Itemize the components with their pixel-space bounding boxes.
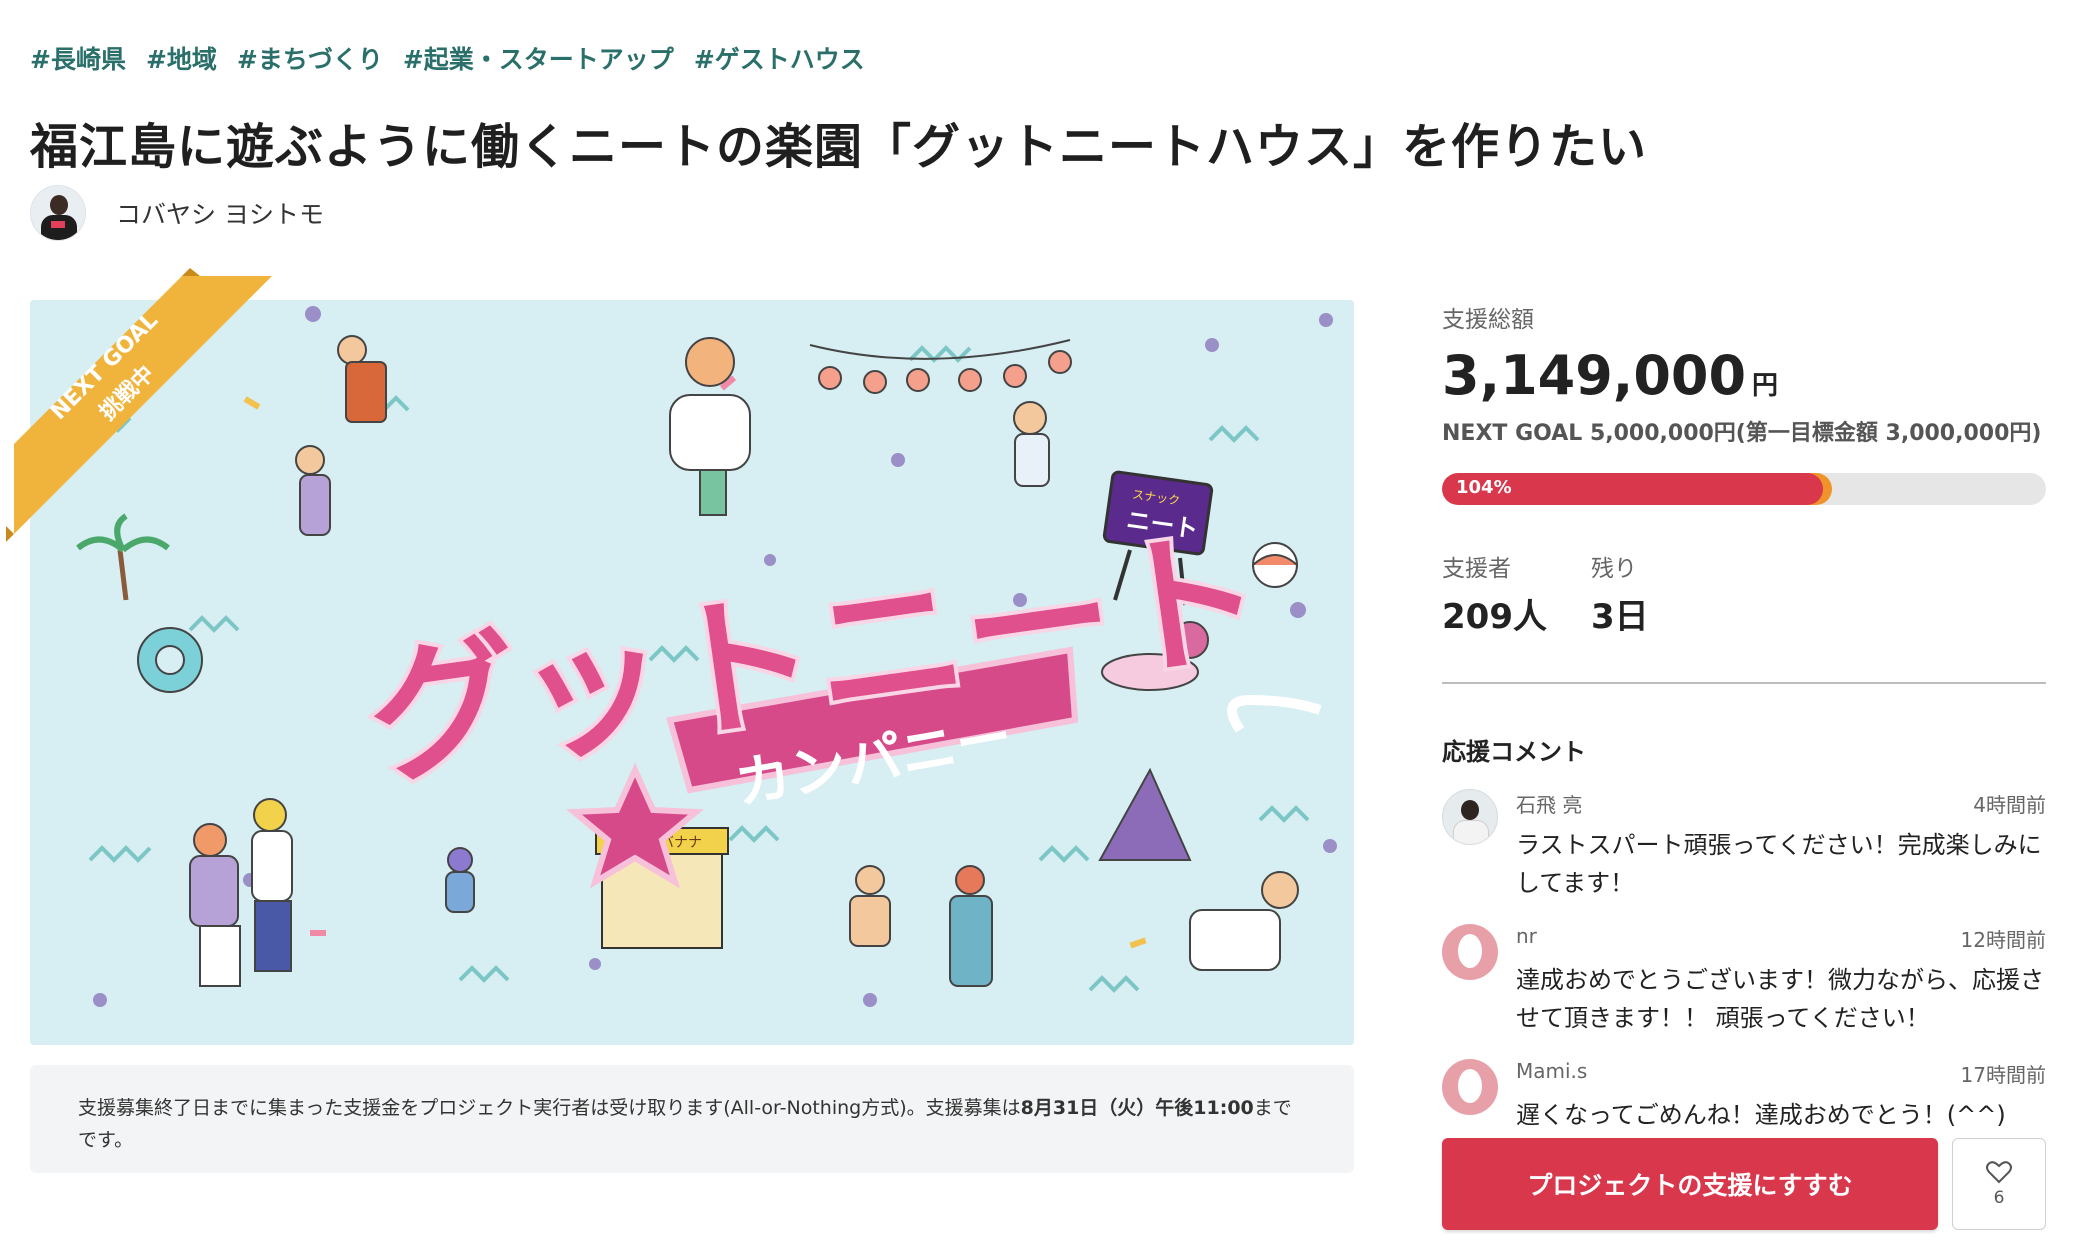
currency: 円 (1752, 371, 1779, 401)
funding-notice: 支援募集終了日までに集まった支援金をプロジェクト実行者は受け取ります(All-o… (30, 1065, 1354, 1173)
action-bar: プロジェクトの支援にすすむ 6 (1442, 1138, 2046, 1230)
funding-panel: 支援総額 3,149,000 円 NEXT GOAL 5,000,000円(第一… (1442, 300, 2046, 1134)
tag-list: #長崎県 #地域 #まちづくり #起業・スタートアップ #ゲストハウス (30, 40, 865, 76)
comment-item: 石飛 亮 4時間前 ラストスパート頑張ってください！完成楽しみにしてます！ (1442, 789, 2046, 902)
progress-bar: 104% (1442, 473, 2046, 505)
page-title: 福江島に遊ぶように働くニートの楽園「グットニートハウス」を作りたい (30, 119, 1648, 175)
stats: 支援者 209人 残り 3日 (1442, 549, 2046, 638)
comment-author[interactable]: Mami.s (1516, 1059, 1587, 1088)
comment-author[interactable]: 石飛 亮 (1516, 789, 1582, 818)
avatar[interactable] (1442, 789, 1498, 845)
comment-text: 遅くなってごめんね！達成おめでとう！(^^) (1516, 1101, 2006, 1129)
favorite-count: 6 (1993, 1188, 2005, 1208)
comment-text: ラストスパート頑張ってください！完成楽しみにしてます！ (1516, 831, 2042, 897)
total-amount: 3,149,000 円 (1442, 344, 2046, 407)
comment-time: 4時間前 (1973, 793, 2046, 817)
tag-machizukuri[interactable]: #まちづくり (237, 40, 383, 76)
tag-region[interactable]: #地域 (146, 40, 217, 76)
avatar[interactable] (1442, 1059, 1498, 1115)
comment-time: 12時間前 (1960, 928, 2046, 952)
heart-icon (1986, 1161, 2012, 1184)
support-project-button[interactable]: プロジェクトの支援にすすむ (1442, 1138, 1938, 1230)
comments-heading: 応援コメント (1442, 738, 1586, 766)
favorite-button[interactable]: 6 (1952, 1138, 2046, 1230)
project-owner[interactable]: コバヤシ ヨシトモ (30, 185, 324, 241)
avatar[interactable] (30, 185, 86, 241)
divider (1442, 682, 2046, 684)
supporters-label: 支援者 (1442, 556, 1511, 582)
supporters-stat: 支援者 209人 (1442, 549, 1547, 638)
remaining-value: 3日 (1590, 597, 1649, 637)
remaining-stat: 残り 3日 (1591, 549, 1649, 638)
total-amount-value: 3,149,000 (1442, 344, 1747, 407)
tag-startup[interactable]: #起業・スタートアップ (403, 40, 674, 76)
owner-name[interactable]: コバヤシ ヨシトモ (116, 195, 324, 231)
tag-guesthouse[interactable]: #ゲストハウス (694, 40, 865, 76)
comment-item: nr 12時間前 達成おめでとうございます！微力ながら、応援させて頂きます！！ … (1442, 924, 2046, 1037)
tag-nagasaki[interactable]: #長崎県 (30, 40, 126, 76)
notice-text-before: 支援募集終了日までに集まった支援金をプロジェクト実行者は受け取ります(All-o… (78, 1097, 1021, 1119)
progress-label: 104% (1456, 477, 1512, 498)
avatar[interactable] (1442, 924, 1498, 980)
comment-time: 17時間前 (1960, 1063, 2046, 1087)
comment-text: 達成おめでとうございます！微力ながら、応援させて頂きます！！ 頑張ってください！ (1516, 966, 2044, 1032)
hero-image: スナック ニート チョコバナナ グットニート カンパニー (30, 300, 1354, 1045)
comment-item: Mami.s 17時間前 遅くなってごめんね！達成おめでとう！(^^) (1442, 1059, 2046, 1134)
notice-deadline: 8月31日（火）午後11:00 (1020, 1097, 1254, 1119)
supporters-value: 209人 (1442, 597, 1547, 637)
comment-author[interactable]: nr (1516, 924, 1537, 953)
next-goal-text: NEXT GOAL 5,000,000円(第一目標金額 3,000,000円) (1442, 421, 2042, 446)
total-label: 支援総額 (1442, 307, 1534, 333)
remaining-label: 残り (1590, 556, 1637, 582)
